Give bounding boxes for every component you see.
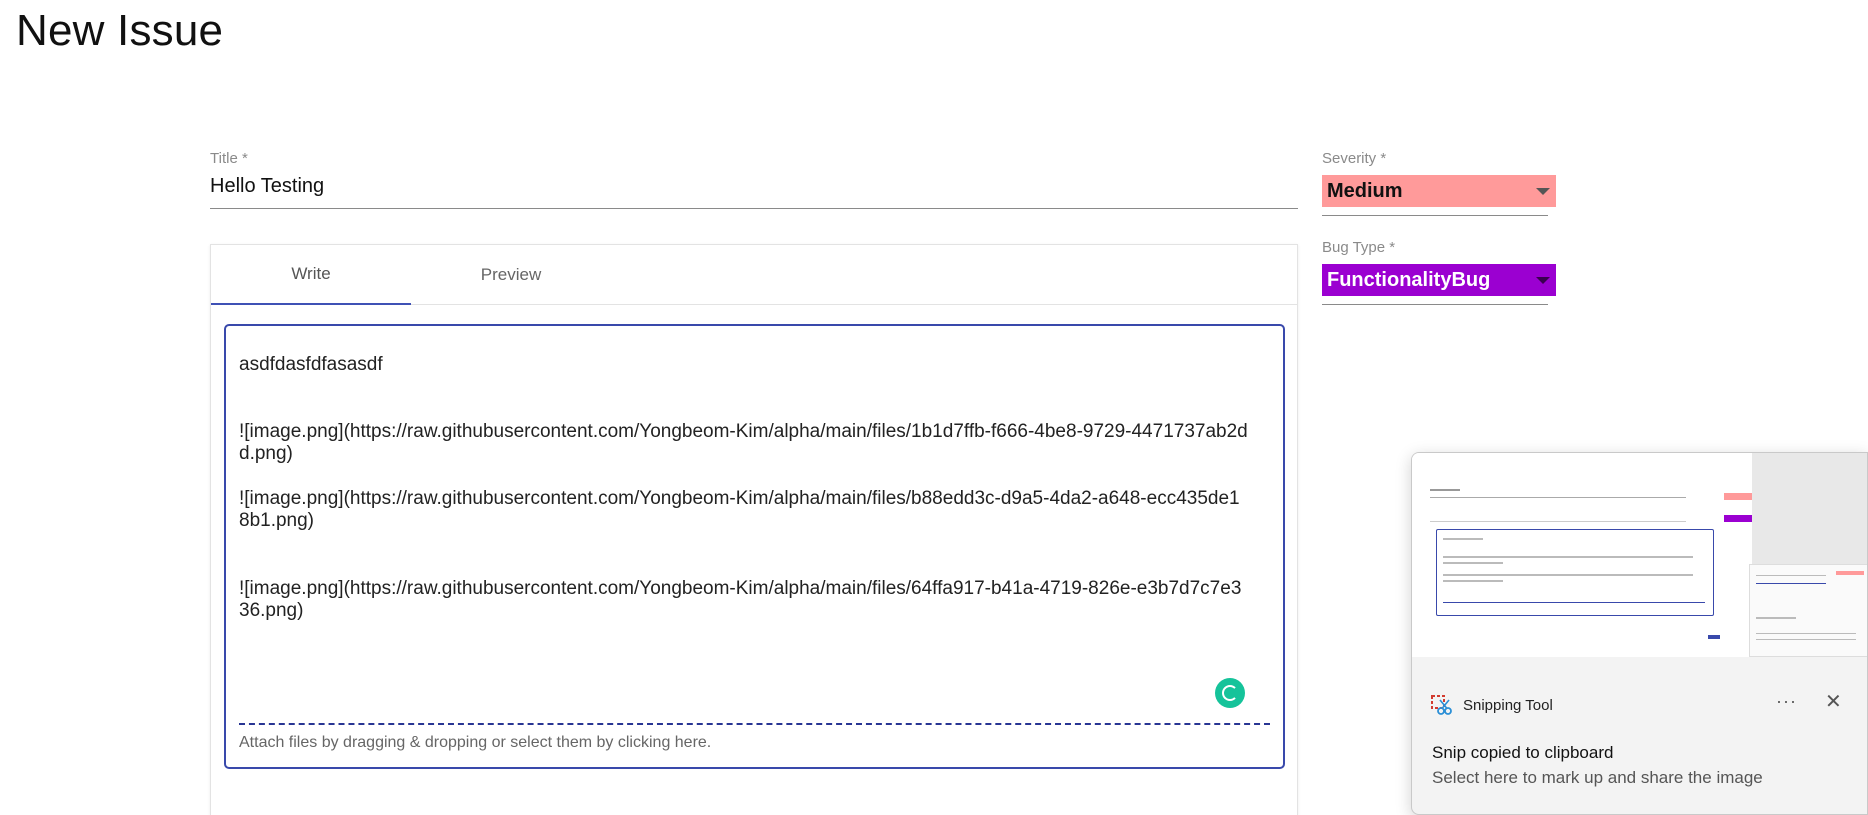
attach-files-hint[interactable]: Attach files by dragging & dropping or s…	[239, 734, 711, 752]
toast-header: Snipping Tool	[1430, 694, 1553, 716]
grammarly-icon[interactable]	[1215, 678, 1245, 708]
close-icon[interactable]: ✕	[1825, 689, 1842, 714]
tab-preview[interactable]: Preview	[411, 245, 611, 305]
thumb-mark	[1756, 617, 1796, 619]
toast-app-name: Snipping Tool	[1463, 696, 1553, 714]
chevron-down-icon	[1536, 276, 1550, 284]
thumb-mark	[1756, 583, 1826, 584]
thumb-mark	[1430, 497, 1686, 498]
thumb-mark	[1443, 538, 1483, 540]
thumb-mark	[1436, 529, 1714, 616]
thumb-mark	[1724, 493, 1752, 500]
toast-title: Snip copied to clipboard	[1432, 743, 1614, 762]
thumb-mark	[1443, 602, 1705, 603]
page-title: New Issue	[16, 6, 224, 55]
editor-line: asdfdasfdfasasdf	[239, 354, 383, 375]
thumbnail-page	[1412, 453, 1752, 657]
title-input[interactable]	[210, 167, 1298, 209]
editor-line: ![image.png](https://raw.githubuserconte…	[239, 421, 1248, 464]
thumb-mark	[1749, 564, 1867, 657]
snipping-tool-icon	[1430, 694, 1452, 716]
toast-subtitle: Select here to mark up and share the ima…	[1432, 768, 1763, 787]
bug-type-value: FunctionalityBug	[1327, 268, 1491, 291]
thumb-mark	[1443, 580, 1503, 582]
severity-value: Medium	[1327, 179, 1403, 202]
editor-tabs: Write Preview	[211, 245, 1297, 305]
snipping-tool-notification[interactable]: Snipping Tool ··· ✕ Snip copied to clipb…	[1411, 452, 1868, 815]
dropzone-divider	[239, 723, 1270, 725]
thumb-mark	[1443, 562, 1503, 564]
bug-type-underline	[1322, 304, 1548, 305]
thumb-mark	[1708, 635, 1720, 639]
severity-field: Severity * Medium	[1322, 150, 1558, 216]
tab-write[interactable]: Write	[211, 245, 411, 305]
thumb-mark	[1430, 521, 1686, 522]
chevron-down-icon	[1536, 187, 1550, 195]
severity-select[interactable]: Medium	[1322, 175, 1556, 207]
snip-thumbnail[interactable]	[1412, 453, 1867, 657]
severity-underline	[1322, 215, 1548, 216]
editor-line: ![image.png](https://raw.githubuserconte…	[239, 578, 1242, 621]
thumb-mark	[1430, 489, 1460, 491]
thumb-mark	[1756, 639, 1856, 640]
title-field: Title *	[210, 150, 1298, 209]
thumb-mark	[1836, 571, 1864, 575]
grammarly-ring	[1222, 685, 1238, 701]
thumb-mark	[1756, 575, 1826, 576]
thumb-mark	[1756, 633, 1856, 634]
thumb-mark	[1443, 556, 1693, 558]
editor-card: Write Preview asdfdasfdfasasdf ![image.p…	[210, 244, 1298, 815]
ellipsis-icon[interactable]: ···	[1776, 691, 1797, 712]
title-label: Title *	[210, 150, 248, 167]
bug-type-field: Bug Type * FunctionalityBug	[1322, 239, 1558, 305]
bug-type-label: Bug Type *	[1322, 239, 1396, 256]
description-textarea[interactable]: asdfdasfdfasasdf ![image.png](https://ra…	[224, 324, 1285, 769]
bug-type-select[interactable]: FunctionalityBug	[1322, 264, 1556, 296]
editor-line: ![image.png](https://raw.githubuserconte…	[239, 488, 1240, 531]
severity-label: Severity *	[1322, 150, 1387, 167]
thumb-mark	[1443, 574, 1693, 576]
thumb-mark	[1724, 515, 1752, 522]
